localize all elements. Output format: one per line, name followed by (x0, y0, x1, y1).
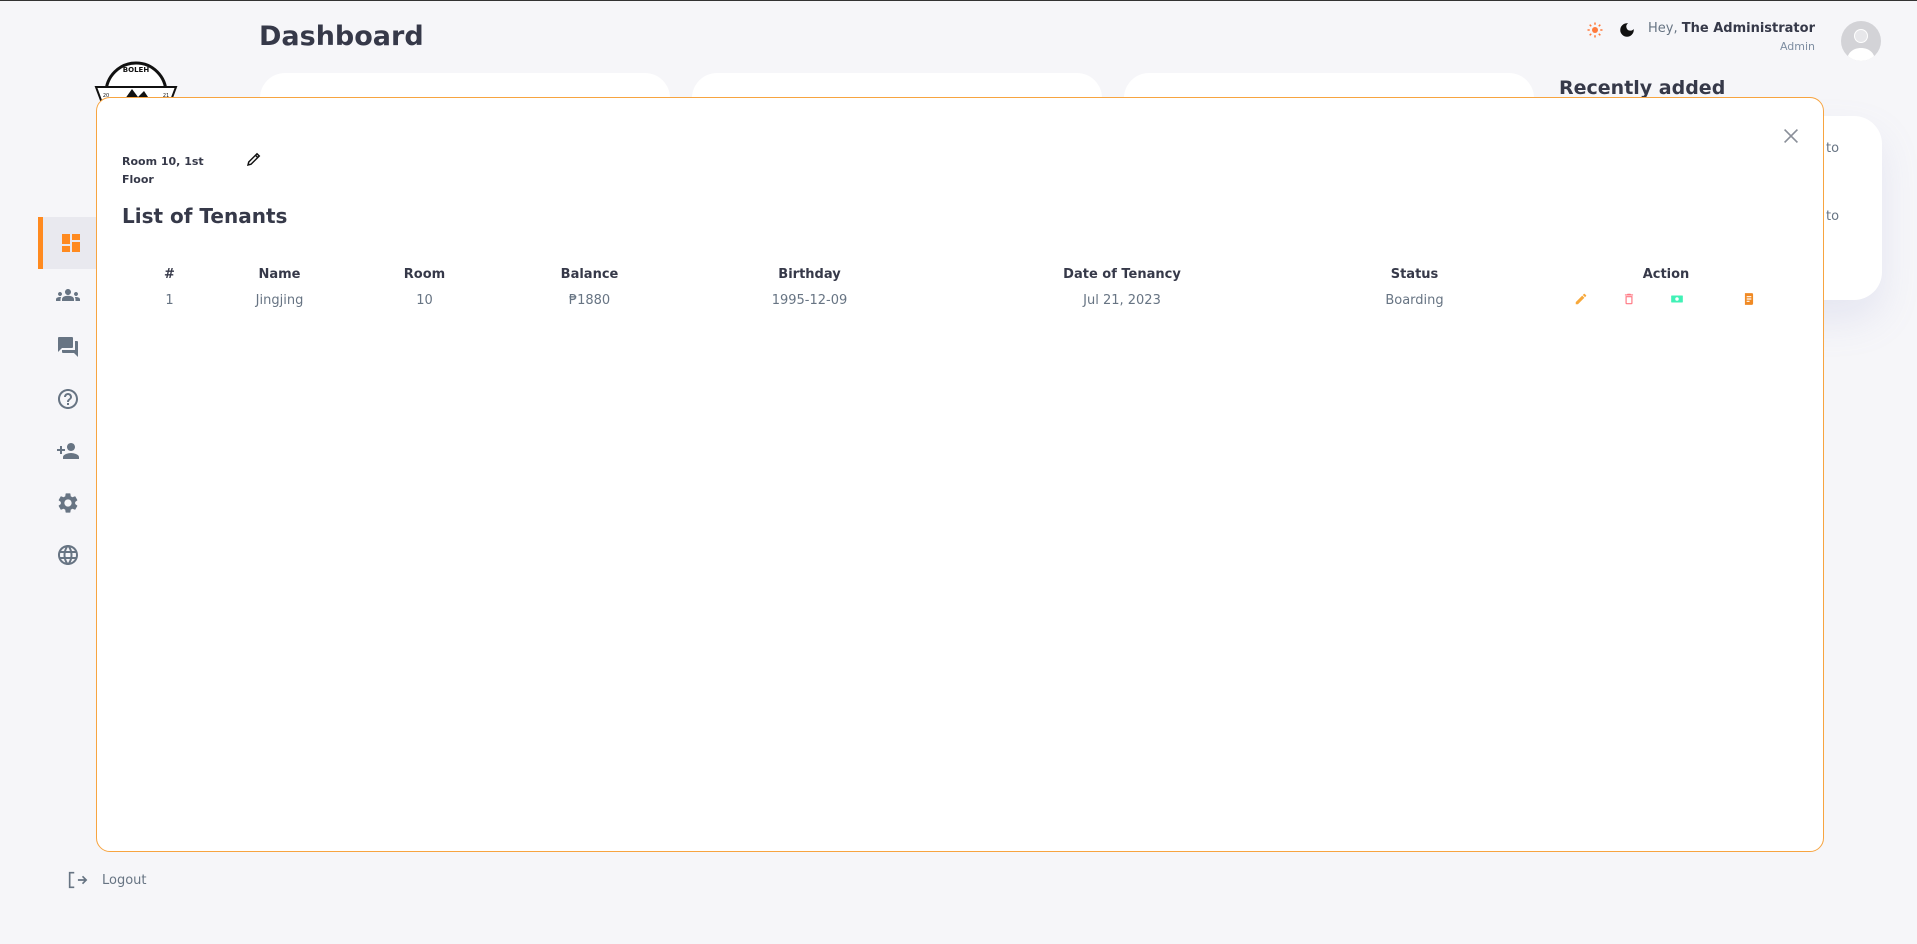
column-header: Balance (560, 266, 619, 282)
cell-balance: ₱1880 (568, 292, 611, 308)
payment-button[interactable] (1670, 292, 1686, 308)
user-name: The Administrator (1681, 21, 1815, 36)
column-header: Name (258, 266, 301, 282)
sidebar-item-help[interactable] (38, 373, 98, 425)
dashboard-icon (61, 234, 80, 252)
trash-icon (1624, 293, 1634, 305)
cell-room: 10 (416, 292, 433, 308)
sidebar-item-add-user[interactable] (38, 425, 98, 477)
logout-icon (68, 871, 88, 889)
recent-snippet: to (1826, 209, 1840, 224)
column-header: # (164, 266, 175, 282)
sidebar-item-dashboard[interactable] (38, 217, 98, 269)
cell-name: Jingjing (255, 292, 304, 308)
close-icon[interactable] (1780, 125, 1802, 147)
sidebar-item-web[interactable] (38, 529, 98, 581)
sun-icon[interactable] (1586, 21, 1604, 39)
column-header: Room (403, 266, 446, 282)
list-title: List of Tenants (122, 204, 288, 228)
help-icon (58, 389, 78, 409)
receipt-button[interactable] (1742, 292, 1758, 308)
logout-label: Logout (102, 872, 147, 888)
column-header: Date of Tenancy (1063, 266, 1181, 282)
sidebar-item-messages[interactable] (38, 321, 98, 373)
moon-icon[interactable] (1618, 21, 1636, 39)
room-title: Room 10, 1st Floor (122, 155, 204, 186)
row-actions (1532, 292, 1800, 308)
tenants-table: # Name Room Balance Birthday Date of Ten… (122, 263, 1800, 315)
svg-text:BOLEH: BOLEH (123, 66, 150, 74)
delete-tenant-button[interactable] (1622, 292, 1638, 308)
sidebar-item-settings[interactable] (38, 477, 98, 529)
pencil-icon (1575, 293, 1587, 305)
edit-room-icon[interactable] (245, 150, 263, 168)
table-row: 1 Jingjing 10 ₱1880 1995-12-09 Jul 21, 2… (122, 285, 1800, 315)
logout-button[interactable]: Logout (66, 869, 147, 891)
theme-toggle[interactable] (1586, 21, 1636, 39)
cell-birthday: 1995-12-09 (771, 292, 848, 308)
user-info: Hey, The Administrator Admin (1648, 21, 1815, 53)
column-header: Action (1642, 266, 1690, 282)
sidebar-item-tenants[interactable] (38, 269, 98, 321)
column-header: Status (1390, 266, 1439, 282)
person-add-icon (57, 443, 79, 459)
cell-num: 1 (165, 292, 174, 308)
column-header: Birthday (778, 266, 841, 282)
room-tenants-modal: Room 10, 1st Floor List of Tenants # Nam… (96, 97, 1824, 852)
groups-icon (56, 289, 80, 301)
cash-icon (1671, 295, 1683, 303)
globe-icon (58, 545, 78, 565)
recent-snippet: to (1826, 141, 1840, 156)
page-title: Dashboard (259, 21, 424, 52)
chat-icon (58, 337, 78, 357)
cell-status: Boarding (1385, 292, 1444, 308)
gear-icon (58, 493, 78, 513)
user-greeting: Hey, The Administrator (1648, 21, 1815, 36)
recently-added-title: Recently added (1559, 77, 1726, 99)
cell-actions (1532, 285, 1800, 315)
table-header-row: # Name Room Balance Birthday Date of Ten… (122, 263, 1800, 285)
receipt-icon (1744, 293, 1754, 305)
user-role: Admin (1779, 40, 1815, 53)
avatar[interactable] (1841, 21, 1881, 61)
cell-tenancy: Jul 21, 2023 (1083, 292, 1161, 308)
edit-tenant-button[interactable] (1574, 292, 1590, 308)
